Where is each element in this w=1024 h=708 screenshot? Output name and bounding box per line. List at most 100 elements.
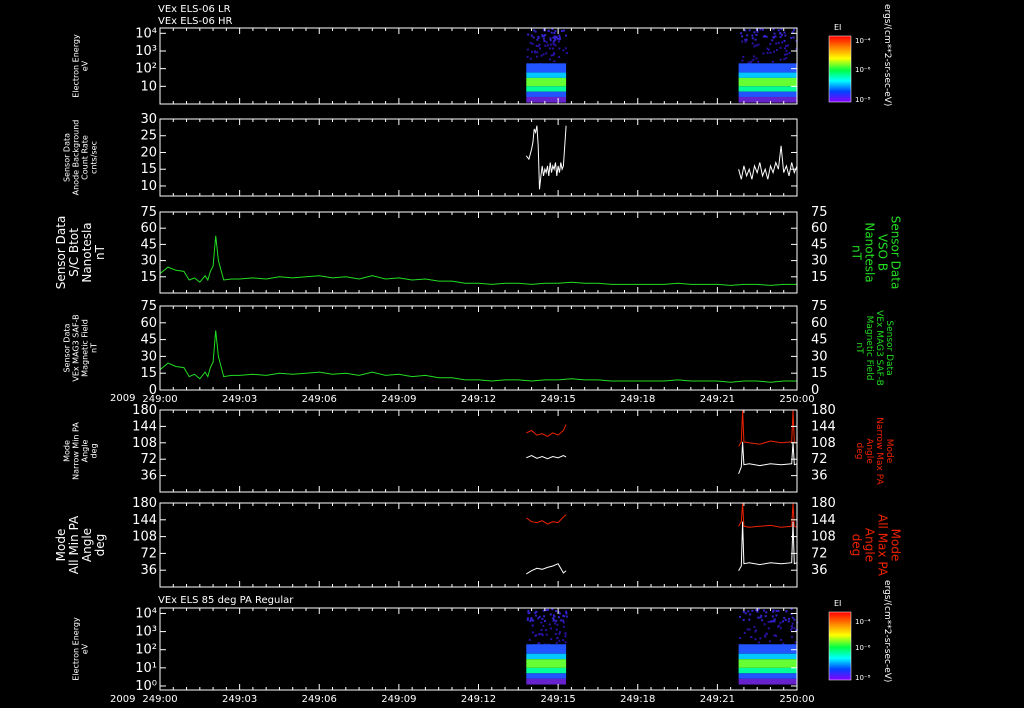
- heatmap-speck-1-0: [543, 40, 546, 43]
- heatmap-band-7-0-7: [526, 678, 567, 685]
- heatmap-speck-1-1: [777, 41, 780, 44]
- heatmap-speck-1-0: [549, 47, 552, 50]
- x-tick-label-0-0: 249:00: [142, 394, 177, 405]
- heatmap-band-1-0-7: [526, 96, 567, 103]
- panel-frame-6: [159, 502, 798, 588]
- colorbar-top: EI 10⁻⁴ 10⁻⁶ 10⁻⁸: [828, 23, 871, 104]
- colorbar-units-bottom: ergs/(cm**2-sr-sec-eV): [882, 580, 892, 682]
- ylabel-right-3-2: Nanotesla: [863, 222, 877, 282]
- heatmap-speck-1-0: [536, 55, 539, 58]
- heatmap-speck-1-0: [554, 44, 557, 47]
- heatmap-band-7-1-7: [738, 678, 797, 685]
- heatmap-speck-1-0: [541, 35, 544, 38]
- heatmap-speck-7-0: [543, 619, 546, 622]
- x-tick-label-0-3: 249:09: [381, 394, 416, 405]
- heatmap-speck-1-0: [556, 37, 559, 40]
- panel-frame-2: [159, 118, 798, 197]
- heatmap-speck-1-1: [785, 44, 788, 47]
- heatmap-speck-1-1: [774, 35, 777, 38]
- y-tick-label-5-4: 180: [132, 403, 157, 418]
- heatmap-speck-7-0: [565, 615, 568, 618]
- heatmap-speck-7-1: [779, 627, 782, 630]
- heatmap-speck-7-0: [562, 625, 565, 628]
- y-tick-label-6-2: 108: [132, 530, 157, 545]
- heatmap-speck-7-1: [783, 616, 786, 619]
- heatmap-speck-7-0: [553, 615, 556, 618]
- heatmap-speck-7-0: [555, 619, 558, 622]
- heatmap-speck-1-0: [544, 44, 547, 47]
- heatmap-band-1-1-6: [738, 91, 797, 97]
- heatmap-speck-7-0: [556, 636, 559, 639]
- y-tick-label-6-1: 72: [140, 546, 157, 561]
- heatmap-speck-1-1: [777, 29, 780, 32]
- heatmap-speck-1-0: [537, 36, 540, 39]
- heatmap-speck-7-1: [781, 620, 784, 623]
- heatmap-speck-1-1: [790, 37, 793, 40]
- y-tick-label-5-1: 72: [140, 452, 157, 467]
- heatmap-speck-1-1: [741, 35, 744, 38]
- heatmap-band-1-1-5: [738, 86, 797, 92]
- panel-frame-1: [159, 27, 798, 105]
- ylabel-right-5-3: deg: [854, 443, 864, 460]
- ylabel-right-3-1: VSO B: [876, 234, 890, 271]
- heatmap-speck-1-1: [757, 43, 760, 46]
- heatmap-speck-1-1: [759, 28, 762, 31]
- heatmap-speck-7-0: [564, 641, 567, 644]
- ylabel-right-5-2: Angle: [864, 438, 874, 464]
- panel-frame-4: [159, 305, 798, 391]
- y-tick-label-4-4: 60: [140, 316, 157, 331]
- heatmap-speck-7-0: [552, 617, 555, 620]
- heatmap-speck-1-1: [769, 51, 772, 54]
- trace-5-3: [738, 441, 798, 474]
- heatmap-speck-1-1: [755, 33, 758, 36]
- heatmap-speck-7-1: [775, 614, 778, 617]
- header-line2: VEx ELS-06 HR: [158, 16, 233, 27]
- heatmap-speck-1-0: [552, 47, 555, 50]
- ylabel-6-0: Mode: [54, 529, 68, 562]
- heatmap-speck-7-0: [549, 627, 552, 630]
- panel-5: 36 3672 72108 108144 144180 180Mode Narrow Min…: [63, 403, 894, 493]
- heatmap-speck-7-1: [791, 616, 794, 619]
- heatmap-speck-1-1: [785, 53, 788, 56]
- heatmap-speck-7-1: [773, 620, 776, 623]
- heatmap-speck-7-0: [527, 609, 530, 612]
- heatmap-speck-1-1: [775, 49, 778, 52]
- heatmap-speck-7-0: [555, 641, 558, 644]
- ylabel-right-3-3: nT: [850, 245, 864, 261]
- heatmap-speck-1-1: [746, 34, 749, 37]
- heatmap-speck-7-1: [790, 635, 793, 638]
- colorbar-bottom-tick-1: 10⁻⁶: [855, 644, 871, 652]
- y-tick-label-right-4-2: 30: [811, 349, 828, 364]
- heatmap-speck-1-0: [553, 32, 556, 35]
- heatmap-speck-1-0: [547, 29, 550, 32]
- heatmap-speck-1-0: [552, 42, 555, 45]
- trace-6-2: [738, 502, 798, 528]
- ylabel-right-3-0: Sensor Data: [889, 216, 903, 290]
- heatmap-band-7-1-3: [738, 653, 797, 660]
- heatmap-speck-1-0: [558, 47, 561, 50]
- heatmap-speck-7-1: [790, 624, 793, 627]
- heatmap-speck-1-1: [773, 32, 776, 35]
- heatmap-speck-1-0: [549, 37, 552, 40]
- heatmap-speck-1-1: [779, 58, 782, 61]
- heatmap-speck-1-0: [554, 30, 557, 33]
- y-tick-label-3-4: 75: [140, 205, 157, 220]
- ylabel-right-5-1: Narrow Max PA: [874, 417, 884, 485]
- heatmap-speck-1-1: [755, 57, 758, 60]
- heatmap-speck-1-1: [744, 29, 747, 32]
- heatmap-speck-7-0: [526, 617, 529, 620]
- y-tick-label-right-5-1: 72: [811, 452, 828, 467]
- heatmap-speck-1-1: [787, 44, 790, 47]
- ylabel-4-3: nT: [90, 343, 99, 353]
- heatmap-speck-1-0: [529, 41, 532, 44]
- heatmap-speck-7-1: [746, 628, 749, 631]
- heatmap-speck-7-0: [529, 620, 532, 623]
- trace-4-0: [159, 330, 797, 383]
- heatmap-speck-7-0: [558, 639, 561, 642]
- trace-5-2: [738, 409, 798, 447]
- heatmap-speck-7-1: [754, 630, 757, 633]
- heatmap-speck-1-1: [785, 49, 788, 52]
- heatmap-speck-1-1: [783, 53, 786, 56]
- heatmap-speck-1-0: [565, 34, 568, 37]
- heatmap-speck-7-0: [565, 610, 568, 613]
